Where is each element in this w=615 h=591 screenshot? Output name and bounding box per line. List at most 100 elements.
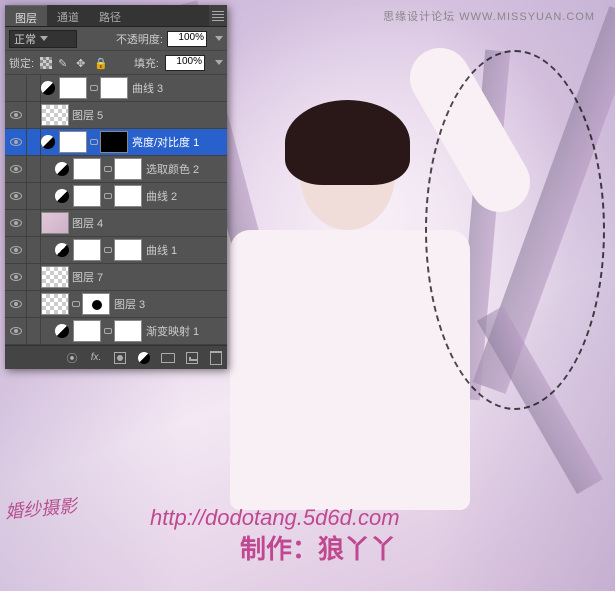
layer-row[interactable]: 图层 5 — [5, 102, 227, 129]
visibility-toggle[interactable] — [5, 129, 27, 155]
layer-name[interactable]: 图层 5 — [72, 107, 227, 123]
eye-icon — [10, 165, 22, 173]
mask-link-icon[interactable] — [104, 327, 112, 335]
visibility-toggle[interactable] — [5, 183, 27, 209]
adjustment-layer-icon[interactable] — [137, 351, 151, 365]
blend-opacity-row: 正常 不透明度: 100% — [5, 27, 227, 51]
mask-link-icon[interactable] — [104, 192, 112, 200]
layer-name[interactable]: 图层 4 — [72, 215, 227, 231]
layer-thumb[interactable] — [73, 185, 101, 207]
lock-transparency-icon[interactable] — [40, 57, 52, 69]
layer-name[interactable]: 曲线 1 — [146, 242, 227, 258]
lock-pixels-icon[interactable]: ✎ — [58, 57, 70, 69]
layer-row[interactable]: 曲线 1 — [5, 237, 227, 264]
mask-thumb[interactable] — [82, 293, 110, 315]
link-col — [27, 75, 41, 101]
layer-thumb[interactable] — [41, 266, 69, 288]
lock-position-icon[interactable]: ✥ — [76, 57, 88, 69]
chevron-down-icon[interactable] — [215, 60, 223, 65]
mask-link-icon[interactable] — [104, 165, 112, 173]
layer-name[interactable]: 选取颜色 2 — [146, 161, 227, 177]
tab-paths[interactable]: 路径 — [89, 5, 131, 26]
mask-link-icon[interactable] — [104, 246, 112, 254]
layer-name[interactable]: 图层 7 — [72, 269, 227, 285]
layer-thumb[interactable] — [59, 77, 87, 99]
link-col — [27, 264, 41, 290]
mask-link-icon[interactable] — [90, 84, 98, 92]
menu-icon — [212, 11, 224, 21]
link-col — [27, 183, 41, 209]
layer-thumb[interactable] — [59, 131, 87, 153]
link-col — [27, 210, 41, 236]
layer-name[interactable]: 图层 3 — [114, 296, 227, 312]
layer-row[interactable]: 图层 3 — [5, 291, 227, 318]
layer-name[interactable]: 曲线 2 — [146, 188, 227, 204]
layer-row[interactable]: 亮度/对比度 1 — [5, 129, 227, 156]
watermark-text: 思缘设计论坛 WWW.MISSYUAN.COM — [383, 8, 595, 24]
layer-row[interactable]: 曲线 2 — [5, 183, 227, 210]
visibility-toggle[interactable] — [5, 210, 27, 236]
eye-icon — [10, 192, 22, 200]
tab-layers[interactable]: 图层 — [5, 5, 47, 26]
eye-icon — [10, 111, 22, 119]
mask-thumb[interactable] — [100, 77, 128, 99]
fill-label: 填充: — [134, 55, 159, 71]
layer-thumb[interactable] — [73, 239, 101, 261]
visibility-toggle[interactable] — [5, 237, 27, 263]
layer-row[interactable]: 图层 4 — [5, 210, 227, 237]
layer-thumb[interactable] — [41, 104, 69, 126]
mask-thumb[interactable] — [114, 185, 142, 207]
layer-row[interactable]: 选取颜色 2 — [5, 156, 227, 183]
layer-list: 曲线 3 图层 5 亮度/对比度 1 选取颜色 2 曲线 2 图层 4 曲线 1 图层 7 图层… — [5, 75, 227, 345]
mask-thumb[interactable] — [114, 239, 142, 261]
new-layer-icon[interactable] — [185, 351, 199, 365]
adjustment-icon — [55, 189, 69, 203]
mask-thumb[interactable] — [114, 320, 142, 342]
panel-menu-button[interactable] — [209, 5, 227, 26]
link-col — [27, 318, 41, 344]
add-mask-icon[interactable] — [113, 351, 127, 365]
eye-icon — [10, 219, 22, 227]
adjustment-icon — [55, 324, 69, 338]
visibility-toggle[interactable] — [5, 156, 27, 182]
link-layers-icon[interactable]: ⦿ — [65, 351, 79, 365]
url-text: http://dodotang.5d6d.com — [150, 505, 400, 531]
mask-link-icon[interactable] — [90, 138, 98, 146]
chevron-down-icon[interactable] — [215, 36, 223, 41]
layer-thumb[interactable] — [73, 158, 101, 180]
mask-link-icon[interactable] — [72, 300, 80, 308]
mask-thumb[interactable] — [100, 131, 128, 153]
visibility-toggle[interactable] — [5, 75, 27, 101]
adjustment-icon — [41, 81, 55, 95]
hair — [285, 100, 410, 185]
layer-row[interactable]: 渐变映射 1 — [5, 318, 227, 345]
tab-channels[interactable]: 通道 — [47, 5, 89, 26]
eye-icon — [10, 138, 22, 146]
lock-all-icon[interactable]: 🔒 — [94, 57, 106, 69]
panel-footer: ⦿ fx. — [5, 345, 227, 369]
selection-marquee[interactable] — [425, 50, 605, 410]
group-icon[interactable] — [161, 351, 175, 365]
visibility-toggle[interactable] — [5, 291, 27, 317]
opacity-input[interactable]: 100% — [167, 31, 207, 47]
layer-name[interactable]: 亮度/对比度 1 — [132, 134, 227, 150]
chevron-down-icon — [40, 36, 48, 41]
visibility-toggle[interactable] — [5, 264, 27, 290]
delete-layer-icon[interactable] — [209, 351, 223, 365]
eye-icon — [10, 327, 22, 335]
visibility-toggle[interactable] — [5, 318, 27, 344]
layer-thumb[interactable] — [41, 293, 69, 315]
layer-row[interactable]: 图层 7 — [5, 264, 227, 291]
layer-thumb[interactable] — [73, 320, 101, 342]
lock-label: 锁定: — [9, 55, 34, 71]
layer-name[interactable]: 曲线 3 — [132, 80, 227, 96]
layer-row[interactable]: 曲线 3 — [5, 75, 227, 102]
fx-icon[interactable]: fx. — [89, 351, 103, 365]
fill-input[interactable]: 100% — [165, 55, 205, 71]
layer-thumb[interactable] — [41, 212, 69, 234]
blend-mode-dropdown[interactable]: 正常 — [9, 30, 77, 48]
visibility-toggle[interactable] — [5, 102, 27, 128]
layer-name[interactable]: 渐变映射 1 — [146, 323, 227, 339]
mask-thumb[interactable] — [114, 158, 142, 180]
adjustment-icon — [55, 162, 69, 176]
